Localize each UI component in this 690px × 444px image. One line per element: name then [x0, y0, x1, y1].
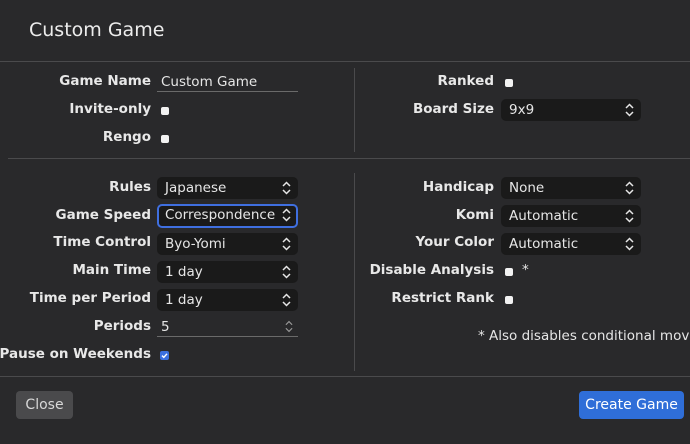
chevron-updown-icon — [282, 181, 291, 195]
handicap-value: None — [509, 180, 545, 196]
komi-label: Komi — [455, 207, 494, 223]
chevron-updown-icon — [282, 293, 291, 307]
checkmark-icon — [161, 353, 168, 359]
periods-input[interactable]: 5 — [157, 317, 298, 337]
your-color-label: Your Color — [415, 234, 494, 250]
top-column-divider — [354, 68, 355, 152]
game-speed-select[interactable]: Correspondence — [157, 204, 298, 228]
footer-divider — [0, 376, 690, 377]
bottom-column-divider — [354, 173, 355, 371]
komi-value: Automatic — [509, 208, 579, 224]
rengo-checkbox[interactable] — [161, 135, 169, 143]
disable-analysis-label: Disable Analysis — [369, 262, 494, 278]
handicap-select[interactable]: None — [501, 177, 641, 199]
time-per-period-select[interactable]: 1 day — [157, 289, 298, 311]
ranked-checkbox[interactable] — [505, 79, 513, 87]
rules-select[interactable]: Japanese — [157, 177, 298, 199]
handicap-label: Handicap — [422, 179, 494, 195]
main-time-label: Main Time — [72, 262, 151, 278]
chevron-updown-icon — [625, 103, 634, 117]
your-color-value: Automatic — [509, 236, 579, 252]
game-name-input[interactable]: Custom Game — [157, 72, 298, 92]
section-divider — [8, 158, 690, 159]
main-time-value: 1 day — [165, 264, 203, 280]
time-control-label: Time Control — [53, 234, 151, 250]
chevron-updown-icon — [282, 237, 291, 251]
board-size-value: 9x9 — [509, 102, 535, 118]
pause-on-weekends-label: Pause on Weekends — [0, 346, 151, 362]
conditional-moves-note: * Also disables conditional moves — [478, 328, 690, 344]
chevron-updown-icon — [625, 209, 634, 223]
game-name-label: Game Name — [59, 73, 151, 89]
restrict-rank-label: Restrict Rank — [391, 290, 494, 306]
game-speed-value: Correspondence — [165, 207, 276, 223]
game-speed-label: Game Speed — [55, 207, 151, 223]
create-game-button[interactable]: Create Game — [579, 391, 684, 419]
dialog-header: Custom Game — [0, 0, 690, 62]
rengo-label: Rengo — [102, 129, 151, 145]
disable-analysis-checkbox[interactable] — [505, 268, 513, 276]
dialog-title: Custom Game — [29, 19, 165, 41]
board-size-select[interactable]: 9x9 — [501, 99, 641, 121]
pause-on-weekends-checkbox[interactable] — [160, 351, 169, 360]
restrict-rank-checkbox[interactable] — [505, 296, 513, 304]
chevron-updown-icon — [282, 265, 291, 279]
rules-value: Japanese — [165, 180, 227, 196]
time-control-select[interactable]: Byo-Yomi — [157, 233, 298, 255]
rules-label: Rules — [109, 179, 151, 195]
chevron-updown-icon — [625, 237, 634, 251]
ranked-label: Ranked — [437, 73, 494, 89]
time-per-period-value: 1 day — [165, 292, 203, 308]
periods-value: 5 — [161, 319, 170, 335]
stepper-icon[interactable] — [285, 320, 293, 333]
komi-select[interactable]: Automatic — [501, 205, 641, 227]
main-time-select[interactable]: 1 day — [157, 261, 298, 283]
board-size-label: Board Size — [412, 101, 494, 117]
time-control-value: Byo-Yomi — [165, 236, 226, 252]
invite-only-checkbox[interactable] — [161, 107, 169, 115]
time-per-period-label: Time per Period — [29, 290, 151, 306]
chevron-updown-icon — [625, 181, 634, 195]
close-button[interactable]: Close — [16, 391, 73, 419]
custom-game-dialog: Custom Game Game Name Custom Game Invite… — [0, 0, 690, 444]
disable-analysis-marker: * — [522, 262, 529, 278]
your-color-select[interactable]: Automatic — [501, 233, 641, 255]
chevron-updown-icon — [282, 208, 291, 222]
invite-only-label: Invite-only — [69, 101, 151, 117]
periods-label: Periods — [93, 318, 151, 334]
